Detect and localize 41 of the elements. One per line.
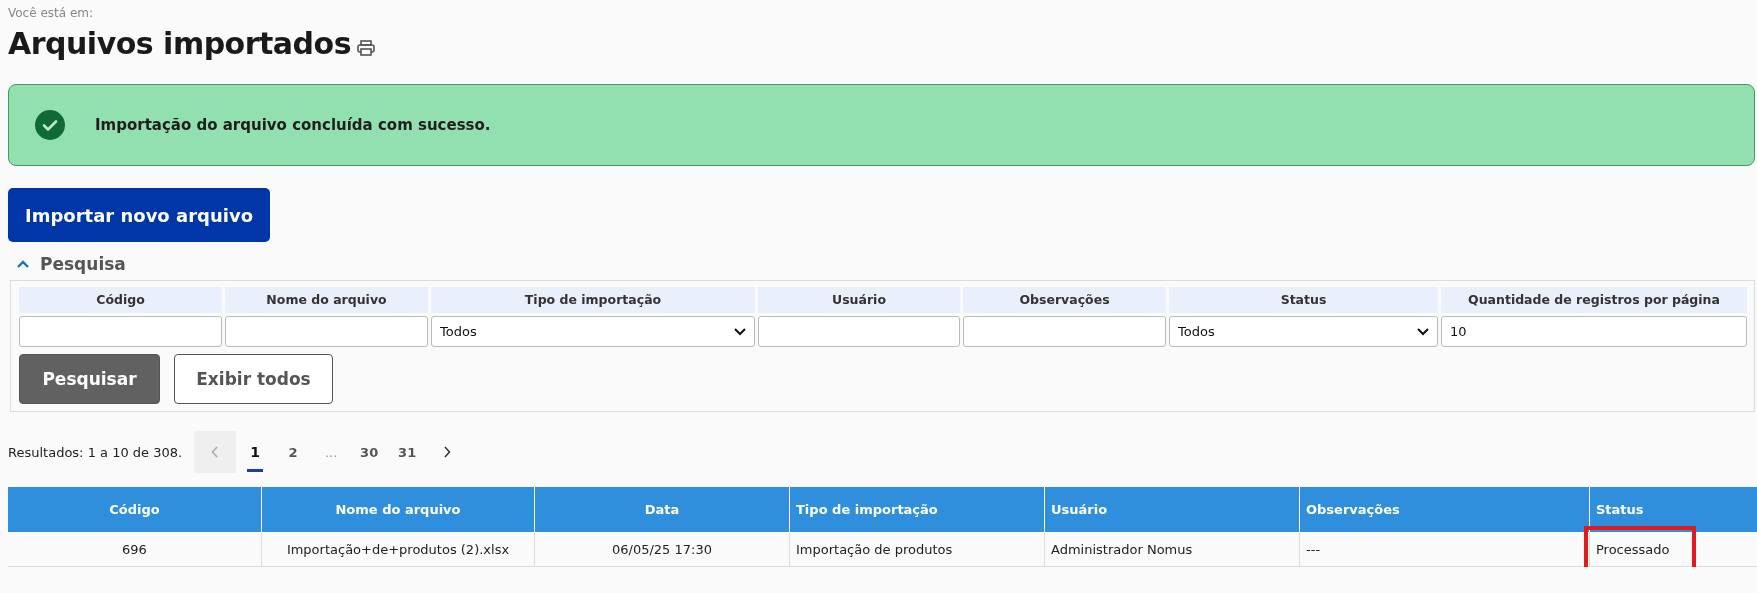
breadcrumb-label: Você está em: (8, 6, 95, 20)
field-label: Tipo de importação (431, 287, 755, 313)
caret-icon (734, 327, 746, 336)
field-label: Nome do arquivo (225, 287, 428, 313)
show-all-button[interactable]: Exibir todos (174, 354, 333, 404)
page-button[interactable]: 2 (274, 431, 313, 473)
page-button[interactable]: 31 (388, 431, 427, 473)
field-label: Quantidade de registros por página (1441, 287, 1747, 313)
import-file-button[interactable]: Importar novo arquivo (8, 188, 270, 242)
input-field[interactable] (758, 316, 960, 347)
input-field[interactable]: 10 (1441, 316, 1747, 347)
chevron-right-icon (443, 446, 452, 458)
page-button[interactable]: 1 (236, 431, 275, 473)
table-cell: Importação de produtos (789, 532, 1045, 567)
check-circle-icon (35, 110, 65, 140)
table-cell: 696 (8, 532, 262, 567)
field-label: Status (1169, 287, 1438, 313)
field-label: Usuário (758, 287, 960, 313)
alert-message: Importação do arquivo concluída com sucesso. (95, 116, 491, 134)
field-label: Código (19, 287, 222, 313)
input-field[interactable] (963, 316, 1166, 347)
input-field[interactable] (19, 316, 222, 347)
page-button[interactable]: 30 (350, 431, 389, 473)
search-button[interactable]: Pesquisar (19, 354, 160, 404)
table-cell: Importação+de+produtos (2).xlsx (261, 532, 535, 567)
caret-icon (1417, 327, 1429, 336)
page-title: Arquivos importados (8, 26, 352, 62)
printer-icon[interactable] (357, 40, 376, 56)
table-cell: Administrador Nomus (1044, 532, 1300, 567)
chevron-up-icon[interactable] (16, 259, 30, 269)
section-title[interactable]: Pesquisa (40, 254, 126, 274)
pagination-ellipsis: ... (323, 443, 339, 462)
select-field[interactable]: Todos (1169, 316, 1438, 347)
chevron-left-icon (211, 446, 220, 458)
table-cell: 06/05/25 17:30 (534, 532, 790, 567)
field-label: Observações (963, 287, 1166, 313)
results-summary: Resultados: 1 a 10 de 308. (8, 444, 183, 460)
table-cell: --- (1299, 532, 1590, 567)
select-field[interactable]: Todos (431, 316, 755, 347)
table-cell: Processado (1589, 532, 1757, 567)
input-field[interactable] (225, 316, 428, 347)
